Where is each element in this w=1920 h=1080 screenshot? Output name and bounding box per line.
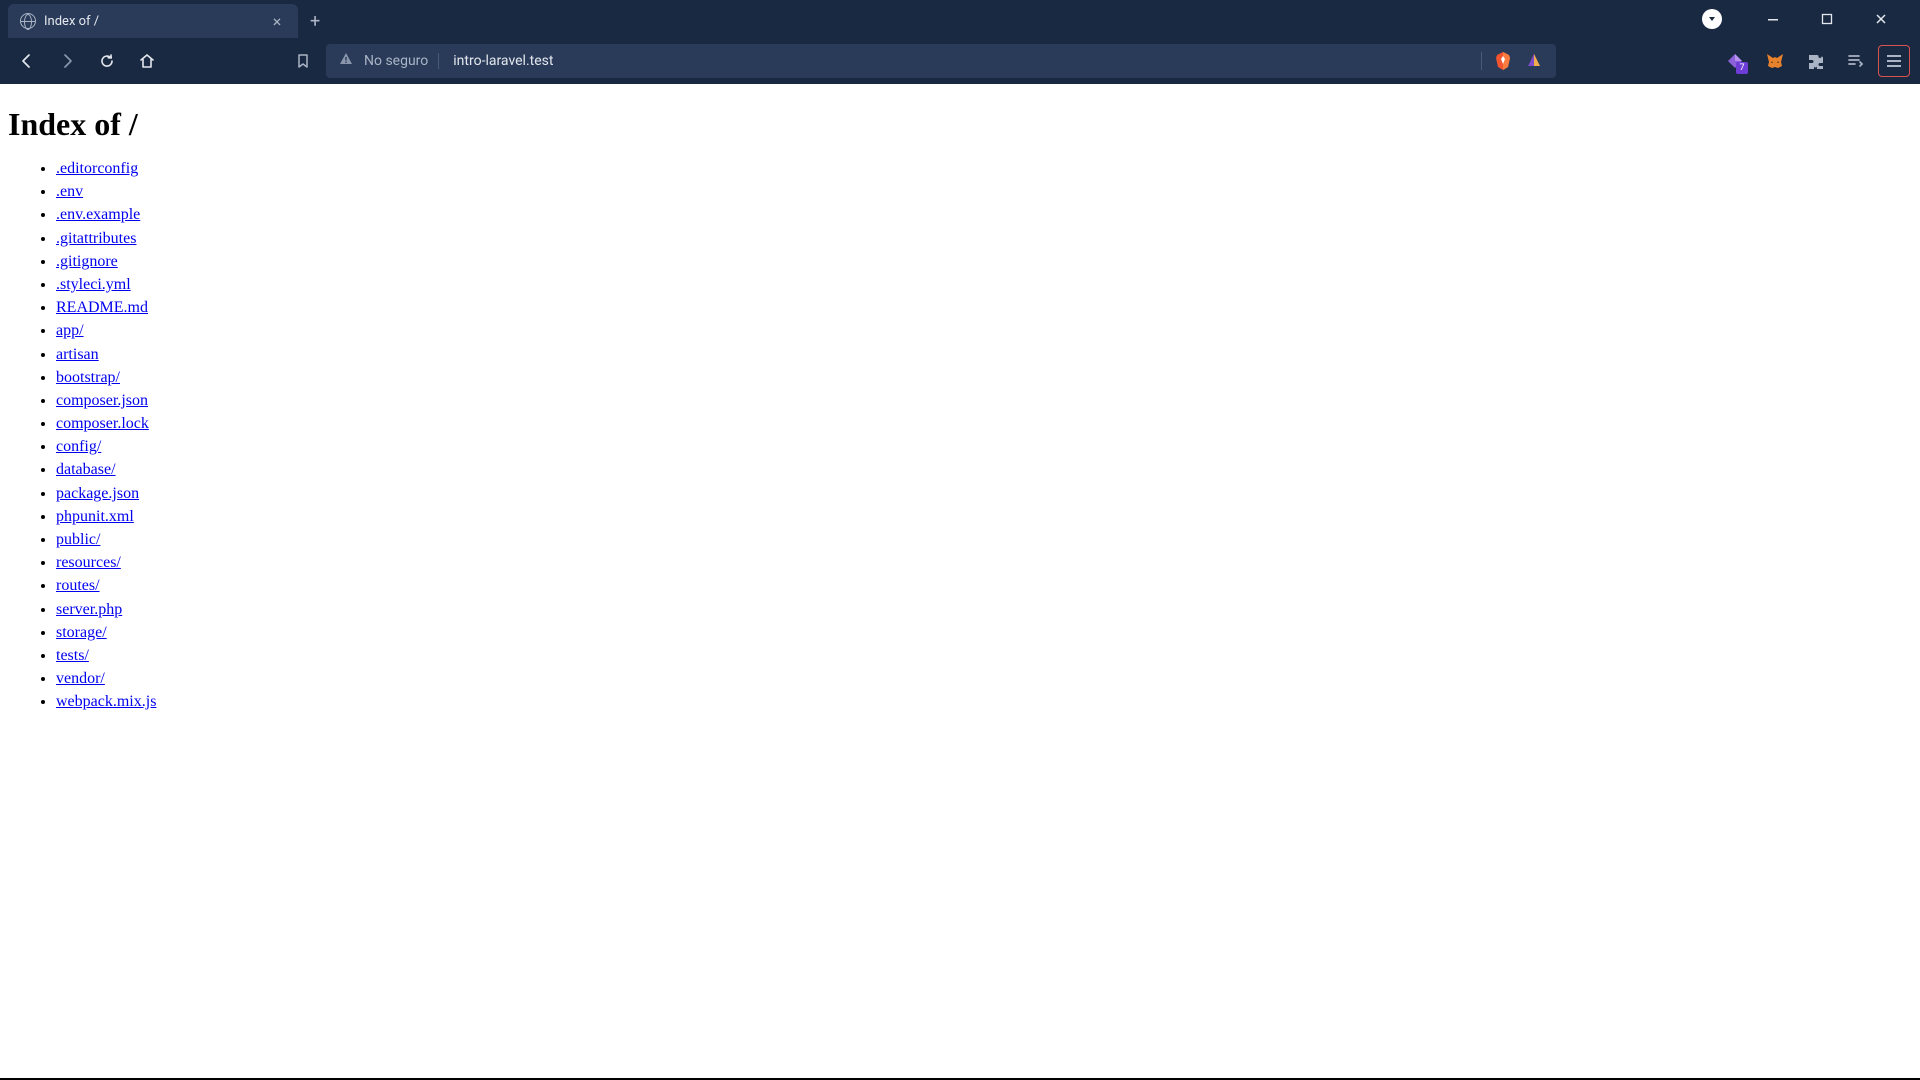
file-link[interactable]: server.php (56, 601, 122, 618)
file-link[interactable]: .gitignore (56, 253, 118, 270)
file-list: .editorconfig .env .env.example .gitattribu… (8, 157, 1912, 714)
extension-badge: 7 (1736, 62, 1748, 74)
extension-button-metamask[interactable] (1758, 44, 1792, 78)
list-item: vendor/ (56, 667, 1912, 690)
list-item: README.md (56, 296, 1912, 319)
list-item: .env.example (56, 203, 1912, 226)
list-item: resources/ (56, 551, 1912, 574)
list-item: package.json (56, 482, 1912, 505)
file-link[interactable]: bootstrap/ (56, 369, 120, 386)
tab-active[interactable]: Index of / × (8, 4, 298, 38)
home-button[interactable] (130, 44, 164, 78)
file-link[interactable]: .env (56, 183, 83, 200)
address-bar-right (1481, 50, 1544, 72)
hamburger-icon (1887, 55, 1901, 57)
maximize-button[interactable] (1804, 4, 1850, 34)
list-item: .gitattributes (56, 227, 1912, 250)
list-item: server.php (56, 598, 1912, 621)
file-link[interactable]: .styleci.yml (56, 276, 131, 293)
forward-button[interactable] (50, 44, 84, 78)
list-icon (1846, 52, 1864, 70)
browser-chrome: Index of / × + (0, 0, 1920, 84)
bookmark-icon (294, 52, 312, 70)
file-link[interactable]: composer.lock (56, 415, 149, 432)
list-item: database/ (56, 458, 1912, 481)
list-item: artisan (56, 343, 1912, 366)
fox-icon (1764, 50, 1786, 72)
file-link[interactable]: vendor/ (56, 670, 105, 687)
list-item: bootstrap/ (56, 366, 1912, 389)
brave-rewards-icon[interactable] (1524, 51, 1544, 71)
file-link[interactable]: .env.example (56, 206, 140, 223)
file-link[interactable]: phpunit.xml (56, 508, 134, 525)
menu-button[interactable] (1878, 45, 1910, 77)
toolbar: No seguro intro-laravel.test 7 (0, 38, 1920, 84)
file-link[interactable]: composer.json (56, 392, 148, 409)
list-item: routes/ (56, 574, 1912, 597)
window-close-button[interactable] (1858, 4, 1904, 34)
list-item: storage/ (56, 621, 1912, 644)
file-link[interactable]: routes/ (56, 577, 100, 594)
brave-shields-icon[interactable] (1492, 50, 1514, 72)
address-bar[interactable]: No seguro intro-laravel.test (326, 44, 1556, 78)
file-link[interactable]: app/ (56, 322, 84, 339)
list-item: .env (56, 180, 1912, 203)
caret-down-icon (1706, 13, 1718, 25)
globe-icon (20, 13, 36, 29)
toolbar-right: 7 (1718, 44, 1910, 78)
profile-button[interactable] (1702, 9, 1722, 29)
puzzle-icon (1806, 52, 1824, 70)
file-link[interactable]: README.md (56, 299, 148, 316)
reading-list-button[interactable] (1838, 44, 1872, 78)
file-link[interactable]: .gitattributes (56, 230, 136, 247)
list-item: config/ (56, 435, 1912, 458)
extension-button-1[interactable]: 7 (1718, 44, 1752, 78)
file-link[interactable]: resources/ (56, 554, 121, 571)
list-item: composer.json (56, 389, 1912, 412)
extensions-button[interactable] (1798, 44, 1832, 78)
reload-button[interactable] (90, 44, 124, 78)
close-icon[interactable]: × (268, 12, 286, 31)
new-tab-button[interactable]: + (298, 11, 332, 32)
list-item: .gitignore (56, 250, 1912, 273)
file-link[interactable]: config/ (56, 438, 101, 455)
list-item: phpunit.xml (56, 505, 1912, 528)
file-link[interactable]: tests/ (56, 647, 89, 664)
file-link[interactable]: public/ (56, 531, 100, 548)
bookmark-button[interactable] (286, 44, 320, 78)
minimize-button[interactable] (1750, 4, 1796, 34)
file-link[interactable]: database/ (56, 461, 116, 478)
tab-title: Index of / (44, 14, 260, 29)
list-item: .editorconfig (56, 157, 1912, 180)
file-link[interactable]: storage/ (56, 624, 107, 641)
back-button[interactable] (10, 44, 44, 78)
page-heading: Index of / (8, 106, 1912, 143)
security-label: No seguro (364, 53, 439, 69)
window-controls (1702, 4, 1912, 34)
list-item: app/ (56, 319, 1912, 342)
list-item: composer.lock (56, 412, 1912, 435)
list-item: webpack.mix.js (56, 690, 1912, 713)
file-link[interactable]: artisan (56, 346, 99, 363)
page-content: Index of / .editorconfig .env .env.example… (0, 84, 1920, 722)
file-link[interactable]: webpack.mix.js (56, 693, 156, 710)
list-item: public/ (56, 528, 1912, 551)
list-item: .styleci.yml (56, 273, 1912, 296)
url-text: intro-laravel.test (449, 53, 553, 69)
tab-bar: Index of / × + (0, 0, 1920, 38)
list-item: tests/ (56, 644, 1912, 667)
divider (1481, 52, 1482, 70)
file-link[interactable]: .editorconfig (56, 160, 138, 177)
file-link[interactable]: package.json (56, 485, 139, 502)
warning-icon (338, 51, 354, 71)
